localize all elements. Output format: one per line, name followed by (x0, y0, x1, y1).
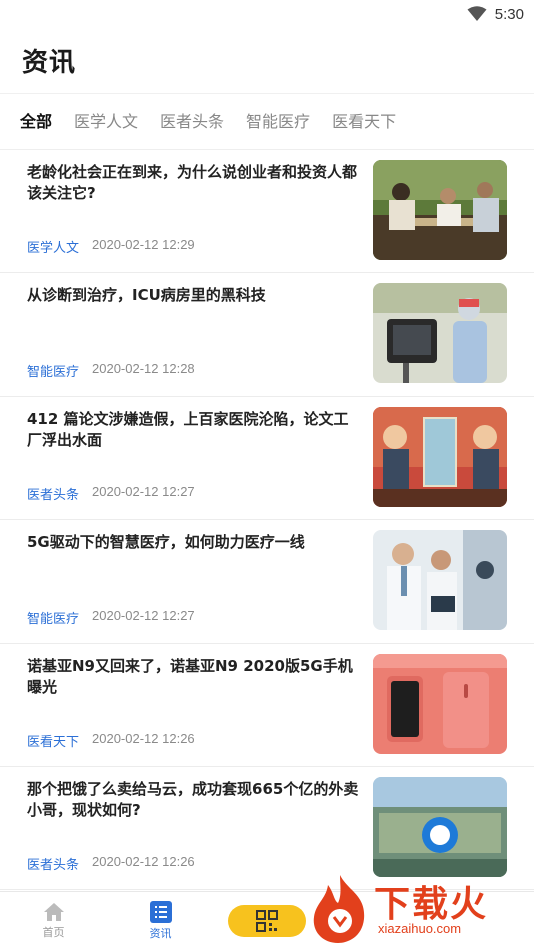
article-title: 诺基亚N9又回来了，诺基亚N9 2020版5G手机曝光 (27, 656, 353, 696)
status-time: 5:30 (494, 5, 524, 23)
article-date: 2020-02-12 12:26 (92, 730, 195, 746)
article-date: 2020-02-12 12:28 (92, 360, 195, 376)
article-thumbnail[interactable] (373, 406, 507, 507)
list-item-text: 412 篇论文涉嫌造假，上百家医院沦陷，论文工厂浮出水面 医者头条 2020-0… (27, 407, 373, 509)
article-thumbnail[interactable] (373, 776, 507, 877)
icu-robot-photo (373, 283, 507, 384)
article-thumbnail[interactable] (373, 283, 507, 384)
doctors-tablet-photo (373, 530, 507, 631)
list-item-text: 那个把饿了么卖给马云，成功套现665个亿的外卖小哥，现状如何? 医者头条 202… (27, 777, 373, 879)
pink-phone-photo (373, 653, 507, 754)
page-title: 资讯 (22, 48, 77, 78)
list-item[interactable]: 5G驱动下的智慧医疗，如何助力医疗一线 智能医疗 2020-02-12 12:2… (0, 520, 534, 644)
tab-smart-medical[interactable]: 智能医疗 (246, 94, 310, 150)
list-item[interactable]: 老龄化社会正在到来，为什么说创业者和投资人都该关注它? 医学人文 2020-02… (0, 150, 534, 274)
article-category[interactable]: 医者头条 (27, 854, 79, 873)
article-meta: 智能医疗 2020-02-12 12:28 (27, 361, 195, 380)
article-title: 老龄化社会正在到来，为什么说创业者和投资人都该关注它? (27, 163, 358, 202)
article-date: 2020-02-12 12:27 (92, 484, 195, 500)
watermark-text: 下载火 (374, 884, 489, 925)
article-thumbnail[interactable] (373, 530, 507, 631)
article-title: 412 篇论文涉嫌造假，上百家医院沦陷，论文工厂浮出水面 (27, 409, 349, 449)
home-icon (43, 902, 64, 921)
list-item[interactable]: 诺基亚N9又回来了，诺基亚N9 2020版5G手机曝光 医看天下 2020-02… (0, 644, 534, 767)
elderly-playing-chess-photo (373, 160, 507, 260)
tab-doctor-headlines[interactable]: 医者头条 (160, 94, 224, 150)
nav-home[interactable]: 首页 (0, 902, 107, 940)
tab-all[interactable]: 全部 (20, 94, 52, 150)
flame-icon (313, 875, 365, 943)
list-item-text: 老龄化社会正在到来，为什么说创业者和投资人都该关注它? 医学人文 2020-02… (27, 160, 373, 262)
nav-home-label: 首页 (42, 925, 65, 939)
article-list: 老龄化社会正在到来，为什么说创业者和投资人都该关注它? 医学人文 2020-02… (0, 150, 534, 891)
watermark-url: xiazaihuo.com (378, 921, 462, 936)
tab-medical-humanities[interactable]: 医学人文 (74, 94, 138, 150)
list-item[interactable]: 那个把饿了么卖给马云，成功套现665个亿的外卖小哥，现状如何? 医者头条 202… (0, 767, 534, 891)
article-meta: 医者头条 2020-02-12 12:27 (27, 484, 195, 503)
article-date: 2020-02-12 12:26 (92, 854, 195, 870)
article-meta: 医者头条 2020-02-12 12:26 (27, 854, 195, 873)
article-category[interactable]: 智能医疗 (27, 608, 79, 627)
article-title: 从诊断到治疗，ICU病房里的黑科技 (27, 286, 266, 305)
list-item[interactable]: 从诊断到治疗，ICU病房里的黑科技 智能医疗 2020-02-12 12:28 (0, 273, 534, 397)
status-bar: 5:30 (0, 0, 534, 28)
article-meta: 智能医疗 2020-02-12 12:27 (27, 608, 195, 627)
eleme-building-photo (373, 776, 507, 877)
list-item[interactable]: 412 篇论文涉嫌造假，上百家医院沦陷，论文工厂浮出水面 医者头条 2020-0… (0, 397, 534, 521)
article-thumbnail[interactable] (373, 160, 507, 260)
tab-medical-world[interactable]: 医看天下 (332, 94, 396, 150)
article-category[interactable]: 医看天下 (27, 731, 79, 750)
cartoon-mirror-illustration (373, 406, 507, 507)
category-tabs: 全部 医学人文 医者头条 智能医疗 医看天下 (0, 94, 534, 150)
list-item-text: 从诊断到治疗，ICU病房里的黑科技 智能医疗 2020-02-12 12:28 (27, 283, 373, 385)
article-category[interactable]: 医者头条 (27, 484, 79, 503)
nav-news[interactable]: 资讯 (107, 900, 214, 941)
article-category[interactable]: 医学人文 (27, 237, 79, 256)
wifi-icon (467, 6, 487, 21)
article-date: 2020-02-12 12:29 (92, 237, 195, 253)
article-title: 那个把饿了么卖给马云，成功套现665个亿的外卖小哥，现状如何? (27, 779, 359, 819)
watermark-logo: 下载火 xiazaihuo.com (308, 873, 528, 945)
article-meta: 医看天下 2020-02-12 12:26 (27, 731, 195, 750)
header: 资讯 (0, 28, 534, 94)
article-title: 5G驱动下的智慧医疗，如何助力医疗一线 (27, 533, 305, 552)
list-item-text: 5G驱动下的智慧医疗，如何助力医疗一线 智能医疗 2020-02-12 12:2… (27, 530, 373, 632)
qr-code-icon (256, 909, 278, 932)
article-meta: 医学人文 2020-02-12 12:29 (27, 237, 195, 256)
scan-button[interactable] (228, 904, 306, 937)
article-date: 2020-02-12 12:27 (92, 607, 195, 623)
article-category[interactable]: 智能医疗 (27, 361, 79, 380)
nav-news-label: 资讯 (149, 926, 172, 940)
article-thumbnail[interactable] (373, 653, 507, 754)
list-item-text: 诺基亚N9又回来了，诺基亚N9 2020版5G手机曝光 医看天下 2020-02… (27, 654, 373, 756)
list-icon (149, 900, 172, 923)
